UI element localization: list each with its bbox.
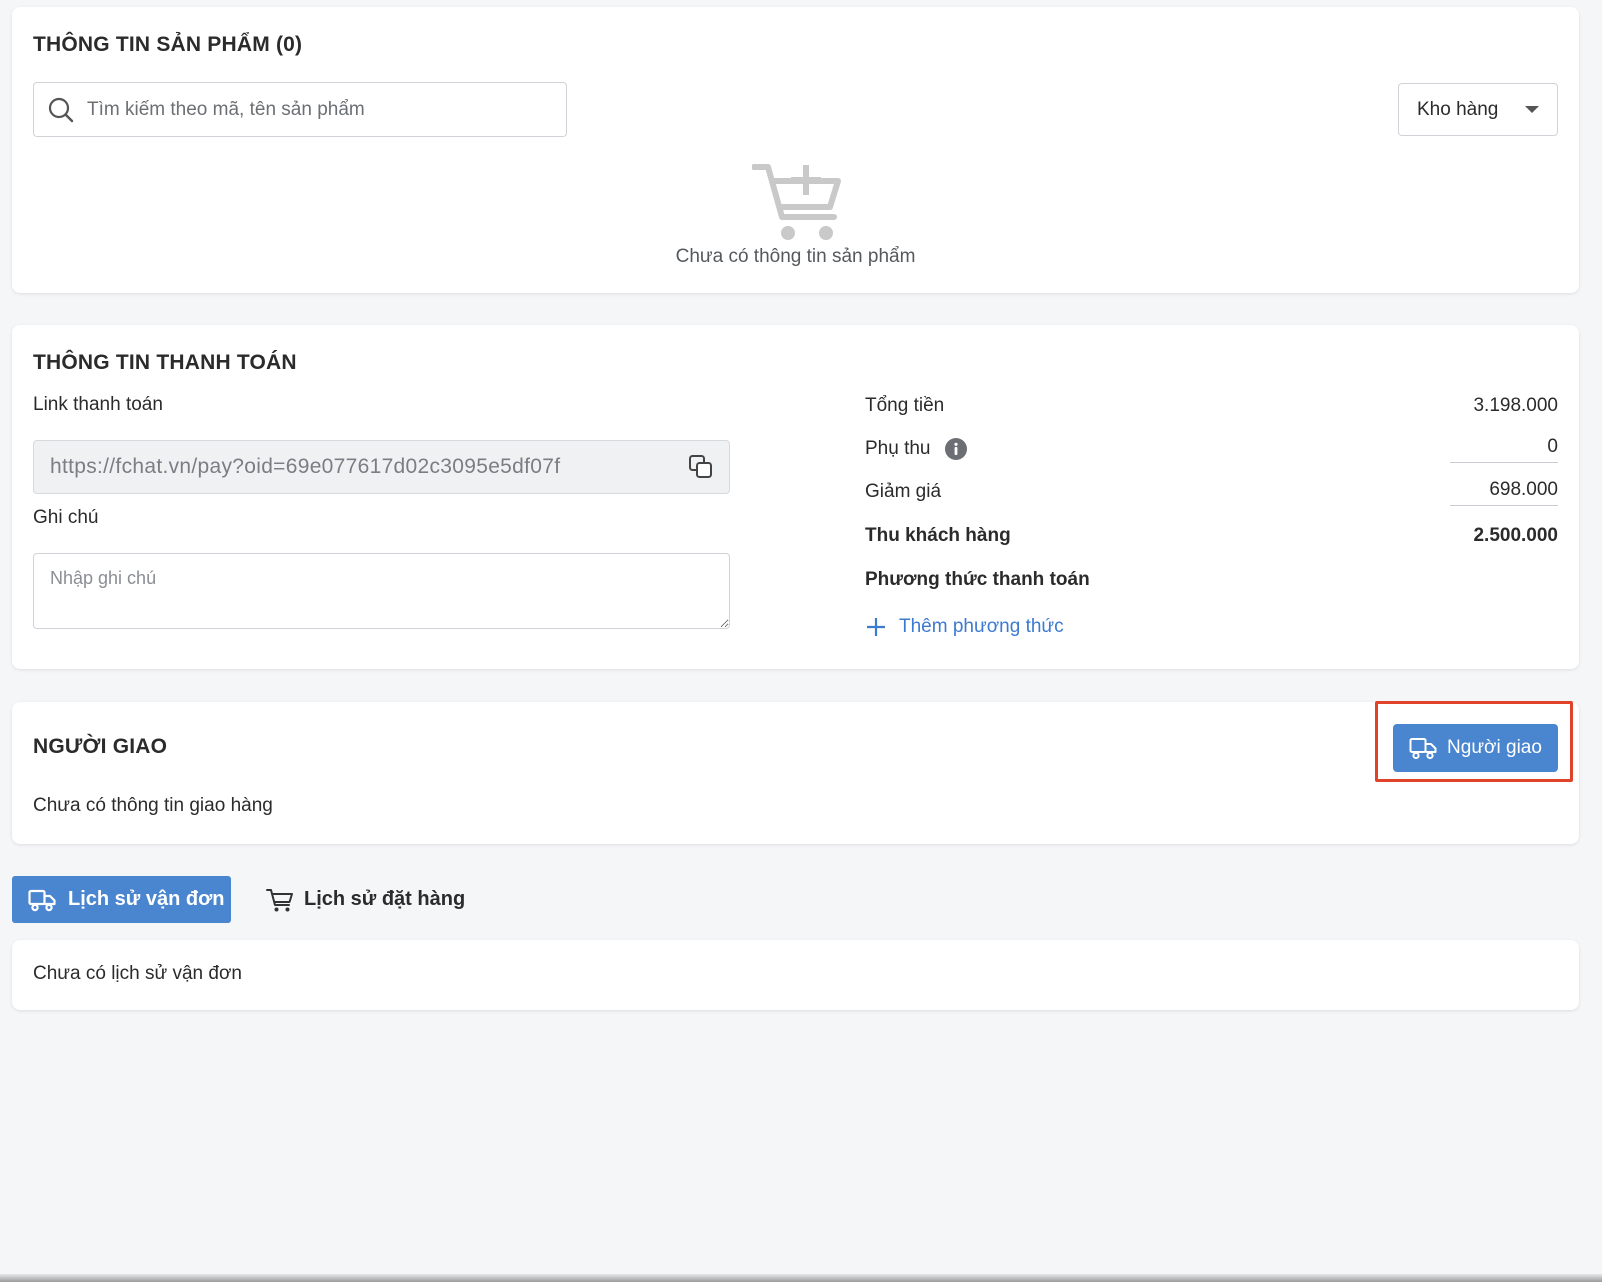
payment-link-label: Link thanh toán <box>33 394 163 415</box>
product-section-title: THÔNG TIN SẢN PHẨM (0) <box>33 33 303 56</box>
product-empty-text: Chưa có thông tin sản phẩm <box>675 246 916 267</box>
search-icon <box>48 97 74 122</box>
total-value: 3.198.000 <box>1473 395 1558 416</box>
copy-icon[interactable] <box>687 453 715 481</box>
shipping-history-card: Chưa có lịch sử vận đơn <box>12 940 1579 1010</box>
payment-section-title: THÔNG TIN THANH TOÁN <box>33 351 297 374</box>
surcharge-row: Phụ thu 0 <box>865 434 1558 464</box>
shipper-card: NGƯỜI GIAO Người giao Chưa có thông tin … <box>12 701 1579 844</box>
surcharge-input[interactable]: 0 <box>1450 436 1558 463</box>
discount-input[interactable]: 698.000 <box>1450 479 1558 506</box>
truck-icon <box>1409 738 1437 760</box>
tab-order-history-label: Lịch sử đặt hàng <box>304 888 466 910</box>
payment-link-value: https://fchat.vn/pay?oid=69e077617d02c30… <box>50 455 561 478</box>
collect-row: Thu khách hàng 2.500.000 <box>865 521 1558 551</box>
product-info-card: THÔNG TIN SẢN PHẨM (0) Kho hàng Chưa có … <box>12 7 1579 293</box>
discount-label: Giảm giá <box>865 481 942 502</box>
note-label: Ghi chú <box>33 507 99 528</box>
payment-method-label: Phương thức thanh toán <box>865 569 1090 590</box>
note-textarea[interactable] <box>33 553 730 629</box>
bottom-edge <box>0 1274 1602 1282</box>
add-payment-method-button[interactable]: Thêm phương thức <box>865 616 1064 638</box>
tab-shipping-history[interactable]: Lịch sử vận đơn <box>12 876 231 923</box>
payment-info-card: THÔNG TIN THANH TOÁN Link thanh toán htt… <box>12 325 1579 669</box>
info-icon[interactable] <box>944 438 967 460</box>
cart-icon <box>266 888 293 911</box>
truck-icon <box>28 889 56 911</box>
warehouse-select[interactable]: Kho hàng <box>1398 83 1558 136</box>
shipper-empty-text: Chưa có thông tin giao hàng <box>33 795 273 816</box>
shipper-section-title: NGƯỜI GIAO <box>33 735 168 758</box>
total-row: Tổng tiền 3.198.000 <box>865 391 1558 421</box>
payment-method-row: Phương thức thanh toán <box>865 565 1558 595</box>
discount-row: Giảm giá 698.000 <box>865 477 1558 507</box>
collect-value: 2.500.000 <box>1473 525 1558 546</box>
product-search-box[interactable] <box>33 82 567 137</box>
total-label: Tổng tiền <box>865 395 945 416</box>
surcharge-label: Phụ thu <box>865 438 931 459</box>
collect-label: Thu khách hàng <box>865 525 1011 546</box>
surcharge-label-group: Phụ thu <box>865 438 967 460</box>
tab-order-history[interactable]: Lịch sử đặt hàng <box>266 876 465 923</box>
history-empty-text: Chưa có lịch sử vận đơn <box>33 963 242 984</box>
product-search-input[interactable] <box>87 98 557 121</box>
payment-link-field: https://fchat.vn/pay?oid=69e077617d02c30… <box>33 440 730 494</box>
plus-icon <box>867 618 885 636</box>
shipper-button[interactable]: Người giao <box>1393 724 1558 772</box>
shipper-button-label: Người giao <box>1447 737 1542 758</box>
add-payment-method-label: Thêm phương thức <box>899 616 1064 637</box>
chevron-down-icon <box>1525 106 1539 113</box>
tab-shipping-history-label: Lịch sử vận đơn <box>68 888 225 910</box>
warehouse-select-label: Kho hàng <box>1417 98 1499 120</box>
cart-plus-icon <box>752 164 841 240</box>
